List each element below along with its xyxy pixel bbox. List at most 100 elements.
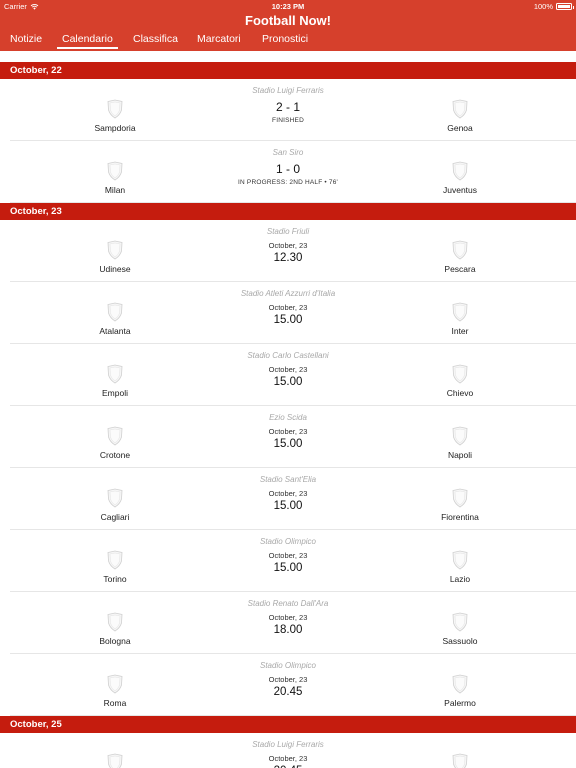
match-score: 2 - 1 xyxy=(275,100,300,114)
match-schedule: October, 23 15.00 xyxy=(188,551,388,575)
away-team-name: Pescara xyxy=(444,264,476,274)
team-shield-icon xyxy=(107,753,123,768)
tab-calendario[interactable]: Calendario xyxy=(57,33,118,51)
away-team: Fiorentina xyxy=(405,488,515,522)
match-schedule: October, 23 15.00 xyxy=(188,427,388,451)
match-row[interactable]: Stadio Luigi Ferraris October, 2320.45 xyxy=(0,733,576,768)
team-shield-icon xyxy=(452,488,468,508)
match-row[interactable]: Stadio Sant'Elia Cagliari October, 23 15.00… xyxy=(0,468,576,530)
team-shield-icon xyxy=(107,364,123,384)
match-schedule: October, 23 15.00 xyxy=(188,303,388,327)
page-title: Football Now! xyxy=(245,13,331,28)
match-date: October, 23 xyxy=(268,303,308,312)
home-team: Atalanta xyxy=(60,302,170,336)
stadium-name: Stadio Sant'Elia xyxy=(259,475,317,484)
away-team: Genoa xyxy=(405,99,515,133)
match-result: 1 - 0 IN PROGRESS: 2ND HALF • 76' xyxy=(188,162,388,186)
tab-marcatori[interactable]: Marcatori xyxy=(197,33,241,51)
home-team-name: Empoli xyxy=(102,388,128,398)
match-status: IN PROGRESS: 2ND HALF • 76' xyxy=(238,179,338,186)
match-date: October, 23 xyxy=(268,613,308,622)
match-time: 15.00 xyxy=(273,438,303,450)
away-team-name: Inter xyxy=(451,326,469,336)
match-time: 15.00 xyxy=(273,562,303,574)
match-score: 1 - 0 xyxy=(275,162,300,176)
home-team: Udinese xyxy=(60,240,170,274)
home-team-name: Torino xyxy=(103,574,127,584)
match-date: October, 23 xyxy=(268,427,308,436)
team-shield-icon xyxy=(107,488,123,508)
team-shield-icon xyxy=(452,753,468,768)
match-row[interactable]: Stadio Luigi Ferraris Sampdoria 2 - 1 FINIS… xyxy=(0,79,576,141)
tab-pronostici[interactable]: Pronostici xyxy=(262,33,308,51)
stadium-name: Ezio Scida xyxy=(269,413,307,422)
match-date: October, 23 xyxy=(268,675,308,684)
battery-percent: 100% xyxy=(533,2,553,11)
away-team-name: Napoli xyxy=(447,450,473,460)
home-team-name: Milan xyxy=(104,185,126,195)
match-row[interactable]: Stadio Renato Dall'Ara Bologna October, 23… xyxy=(0,592,576,654)
home-team xyxy=(60,753,170,768)
away-team-name: Sassuolo xyxy=(442,636,478,646)
home-team-name: Crotone xyxy=(99,450,131,460)
match-row[interactable]: Ezio Scida Crotone October, 23 15.00 Napoli xyxy=(0,406,576,468)
home-team: Roma xyxy=(60,674,170,708)
match-time: 12.30 xyxy=(273,252,303,264)
match-row[interactable]: Stadio Olimpico Torino October, 23 15.00 Laz… xyxy=(0,530,576,592)
stadium-name: Stadio Olimpico xyxy=(259,661,317,670)
match-row[interactable]: Stadio Olimpico Roma October, 23 20.45 Paler… xyxy=(0,654,576,716)
stadium-name: Stadio Atleti Azzurri d'Italia xyxy=(240,289,336,298)
match-date: October, 23 xyxy=(268,489,308,498)
away-team: Pescara xyxy=(405,240,515,274)
match-date: October, 23 xyxy=(268,551,308,560)
match-schedule: October, 23 15.00 xyxy=(188,365,388,389)
team-shield-icon xyxy=(107,99,123,119)
stadium-name: Stadio Luigi Ferraris xyxy=(252,740,324,749)
team-shield-icon xyxy=(107,240,123,260)
team-shield-icon xyxy=(452,612,468,632)
match-time: 20.45 xyxy=(188,764,388,768)
team-shield-icon xyxy=(452,161,468,181)
match-list[interactable]: October, 22 Stadio Luigi Ferraris Sampdori… xyxy=(0,51,576,768)
home-team: Empoli xyxy=(60,364,170,398)
match-row[interactable]: Stadio Carlo Castellani Empoli October, 23… xyxy=(0,344,576,406)
match-time: 20.45 xyxy=(273,686,303,698)
team-shield-icon xyxy=(452,302,468,322)
stadium-name: Stadio Renato Dall'Ara xyxy=(247,599,329,608)
home-team: Crotone xyxy=(60,426,170,460)
section-header: October, 25 xyxy=(0,716,576,733)
stadium-name: Stadio Carlo Castellani xyxy=(247,351,329,360)
team-shield-icon xyxy=(452,99,468,119)
tab-classifica[interactable]: Classifica xyxy=(133,33,178,51)
team-shield-icon xyxy=(452,550,468,570)
home-team-name: Bologna xyxy=(99,636,131,646)
home-team-name: Udinese xyxy=(99,264,131,274)
status-bar: Carrier 10:23 PM 100% xyxy=(0,0,576,12)
match-row[interactable]: San Siro Milan 1 - 0 IN PROGRESS: 2ND HALF … xyxy=(0,141,576,203)
away-team-name: Palermo xyxy=(444,698,476,708)
section-header: October, 23 xyxy=(0,203,576,220)
team-shield-icon xyxy=(452,364,468,384)
match-schedule: October, 23 15.00 xyxy=(188,489,388,513)
match-schedule: October, 23 12.30 xyxy=(188,241,388,265)
match-status: FINISHED xyxy=(272,117,304,124)
match-row[interactable]: Stadio Atleti Azzurri d'Italia Atalanta Oc… xyxy=(0,282,576,344)
away-team: Inter xyxy=(405,302,515,336)
away-team: Juventus xyxy=(405,161,515,195)
match-time: 15.00 xyxy=(273,314,303,326)
match-date: October, 23 xyxy=(268,365,308,374)
team-shield-icon xyxy=(107,612,123,632)
team-shield-icon xyxy=(452,674,468,694)
battery-icon xyxy=(556,3,574,10)
tab-notizie[interactable]: Notizie xyxy=(10,33,42,51)
match-row[interactable]: Stadio Friuli Udinese October, 23 12.30 Pesc… xyxy=(0,220,576,282)
team-shield-icon xyxy=(107,550,123,570)
away-team-name: Fiorentina xyxy=(441,512,479,522)
home-team-name: Atalanta xyxy=(99,326,131,336)
match-time: 15.00 xyxy=(273,500,303,512)
match-result: 2 - 1 FINISHED xyxy=(188,100,388,124)
away-team-name: Lazio xyxy=(449,574,471,584)
team-shield-icon xyxy=(107,674,123,694)
app-header: Carrier 10:23 PM 100% Football Now! Noti… xyxy=(0,0,576,51)
team-shield-icon xyxy=(452,240,468,260)
